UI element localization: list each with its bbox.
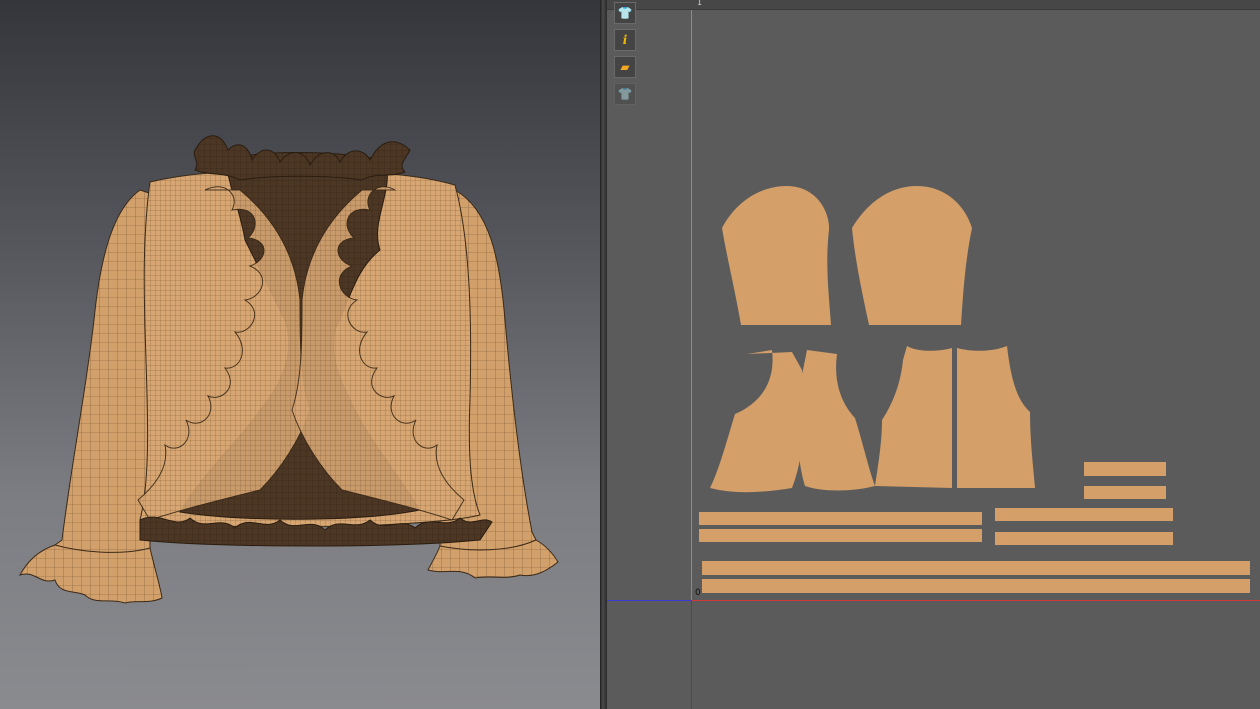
pattern-front-right xyxy=(797,350,875,491)
pattern-strip-mid-3 xyxy=(995,508,1173,521)
pattern-strip-long-1 xyxy=(702,561,1250,575)
pattern-sleeve-left xyxy=(722,186,831,325)
pattern-strip-small-1 xyxy=(1084,462,1166,476)
viewport-splitter[interactable] xyxy=(600,0,607,709)
ruffled-collar xyxy=(193,135,411,181)
pattern-back-right xyxy=(957,346,1035,488)
pattern-front-left xyxy=(710,350,805,493)
pattern-pieces[interactable] xyxy=(607,0,1260,709)
pattern-strip-mid-2 xyxy=(699,529,982,542)
3d-viewport[interactable] xyxy=(0,0,600,709)
pattern-sleeve-right xyxy=(852,186,972,325)
pattern-back-left xyxy=(875,346,952,488)
pattern-view-toolbar: 👕 i ▰ 👕 xyxy=(614,2,636,110)
texture-icon[interactable]: ▰ xyxy=(614,56,636,78)
pattern-strip-long-2 xyxy=(702,579,1250,593)
garment-3d-model[interactable] xyxy=(0,0,600,709)
avatar-display-icon[interactable]: 👕 xyxy=(614,2,636,24)
pattern-strip-mid-4 xyxy=(995,532,1173,545)
pattern-strip-small-2 xyxy=(1084,486,1166,499)
info-icon[interactable]: i xyxy=(614,29,636,51)
left-cuff-ruffle xyxy=(18,544,163,604)
garment-display-icon[interactable]: 👕 xyxy=(614,83,636,105)
pattern-strip-mid-1 xyxy=(699,512,982,525)
2d-pattern-viewport[interactable]: 1 0 👕 i ▰ 👕 xyxy=(607,0,1260,709)
